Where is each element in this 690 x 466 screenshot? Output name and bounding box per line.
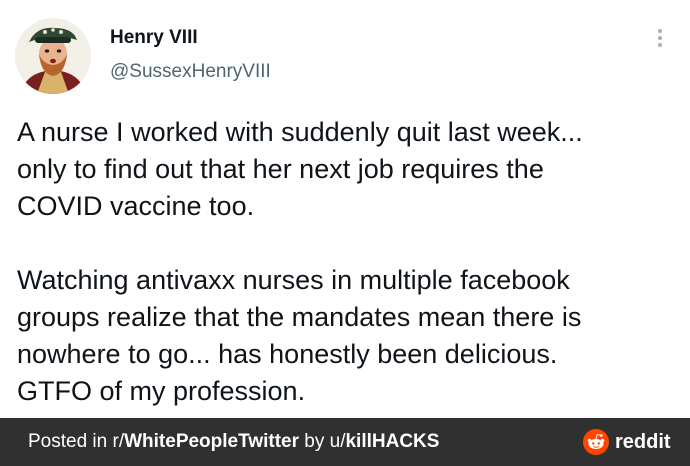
tweet-card: Henry VIII @SussexHenryVIII A nurse I wo… bbox=[0, 0, 690, 418]
tweet-line: only to find out that her next job requi… bbox=[17, 154, 544, 184]
username-link[interactable]: killHACKS bbox=[345, 431, 439, 452]
tweet-line: A nurse I worked with suddenly quit last… bbox=[17, 117, 583, 147]
tweet-line: GTFO of my profession. bbox=[17, 376, 306, 406]
tweet-line: groups realize that the mandates mean th… bbox=[17, 302, 582, 332]
reddit-logo[interactable]: reddit bbox=[583, 429, 671, 455]
posted-in-label: Posted in r/ bbox=[28, 431, 125, 452]
avatar[interactable] bbox=[15, 18, 91, 94]
display-name[interactable]: Henry VIII bbox=[110, 27, 198, 49]
more-options-button[interactable] bbox=[648, 24, 672, 54]
by-label: by u/ bbox=[299, 431, 346, 452]
more-options-icon bbox=[658, 29, 662, 47]
portrait-avatar-icon bbox=[15, 18, 91, 94]
tweet-line: nowhere to go... has honestly been delic… bbox=[17, 339, 558, 369]
tweet-body: A nurse I worked with suddenly quit last… bbox=[17, 114, 677, 410]
reddit-alien-icon bbox=[583, 429, 609, 455]
tweet-line: COVID vaccine too. bbox=[17, 191, 255, 221]
tweet-line: Watching antivaxx nurses in multiple fac… bbox=[17, 265, 570, 295]
post-attribution: Posted in r/WhitePeopleTwitter by u/kill… bbox=[28, 431, 439, 453]
reddit-footer-bar: Posted in r/WhitePeopleTwitter by u/kill… bbox=[0, 418, 690, 466]
reddit-wordmark: reddit bbox=[615, 430, 671, 453]
user-handle[interactable]: @SussexHenryVIII bbox=[110, 61, 271, 83]
subreddit-link[interactable]: WhitePeopleTwitter bbox=[124, 431, 299, 452]
